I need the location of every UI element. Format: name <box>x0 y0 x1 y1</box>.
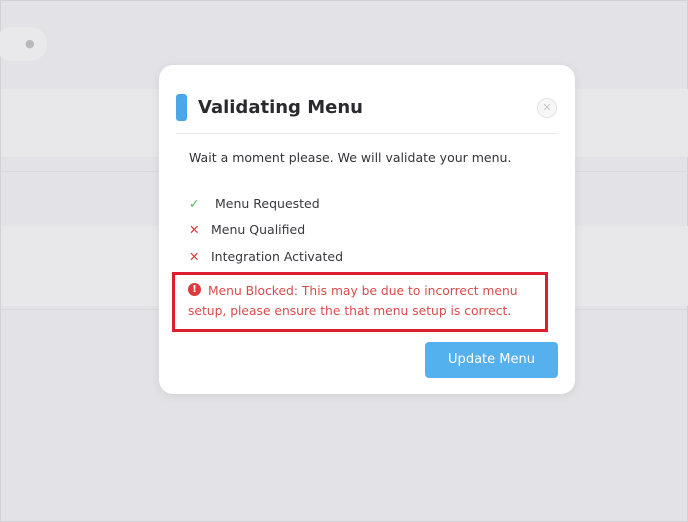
status-step-integration-activated: ✕ Integration Activated <box>189 248 343 266</box>
dialog-title: Validating Menu <box>198 97 363 118</box>
status-step-label: Menu Qualified <box>210 222 306 237</box>
check-icon: ✓ <box>189 196 200 211</box>
background-search-pill <box>0 27 47 61</box>
error-highlight-box: ! Menu Blocked: This may be due to incor… <box>172 272 548 332</box>
background-search-icon: ● <box>25 37 35 50</box>
cross-icon: ✕ <box>189 222 200 237</box>
validating-menu-dialog: Validating Menu ✕ Wait a moment please. … <box>159 65 575 394</box>
close-icon[interactable]: ✕ <box>537 98 557 118</box>
status-step-menu-requested: ✓ Menu Requested <box>189 195 320 213</box>
status-step-label: Integration Activated <box>210 249 343 264</box>
error-message: Menu Blocked: This may be due to incorre… <box>188 284 518 318</box>
status-step-menu-qualified: ✕ Menu Qualified <box>189 221 305 239</box>
status-step-label: Menu Requested <box>214 196 320 211</box>
dialog-intro-text: Wait a moment please. We will validate y… <box>189 150 512 165</box>
update-menu-button[interactable]: Update Menu <box>425 342 558 378</box>
title-accent-bar <box>176 94 187 121</box>
title-divider <box>176 133 558 134</box>
cross-icon: ✕ <box>189 249 200 264</box>
